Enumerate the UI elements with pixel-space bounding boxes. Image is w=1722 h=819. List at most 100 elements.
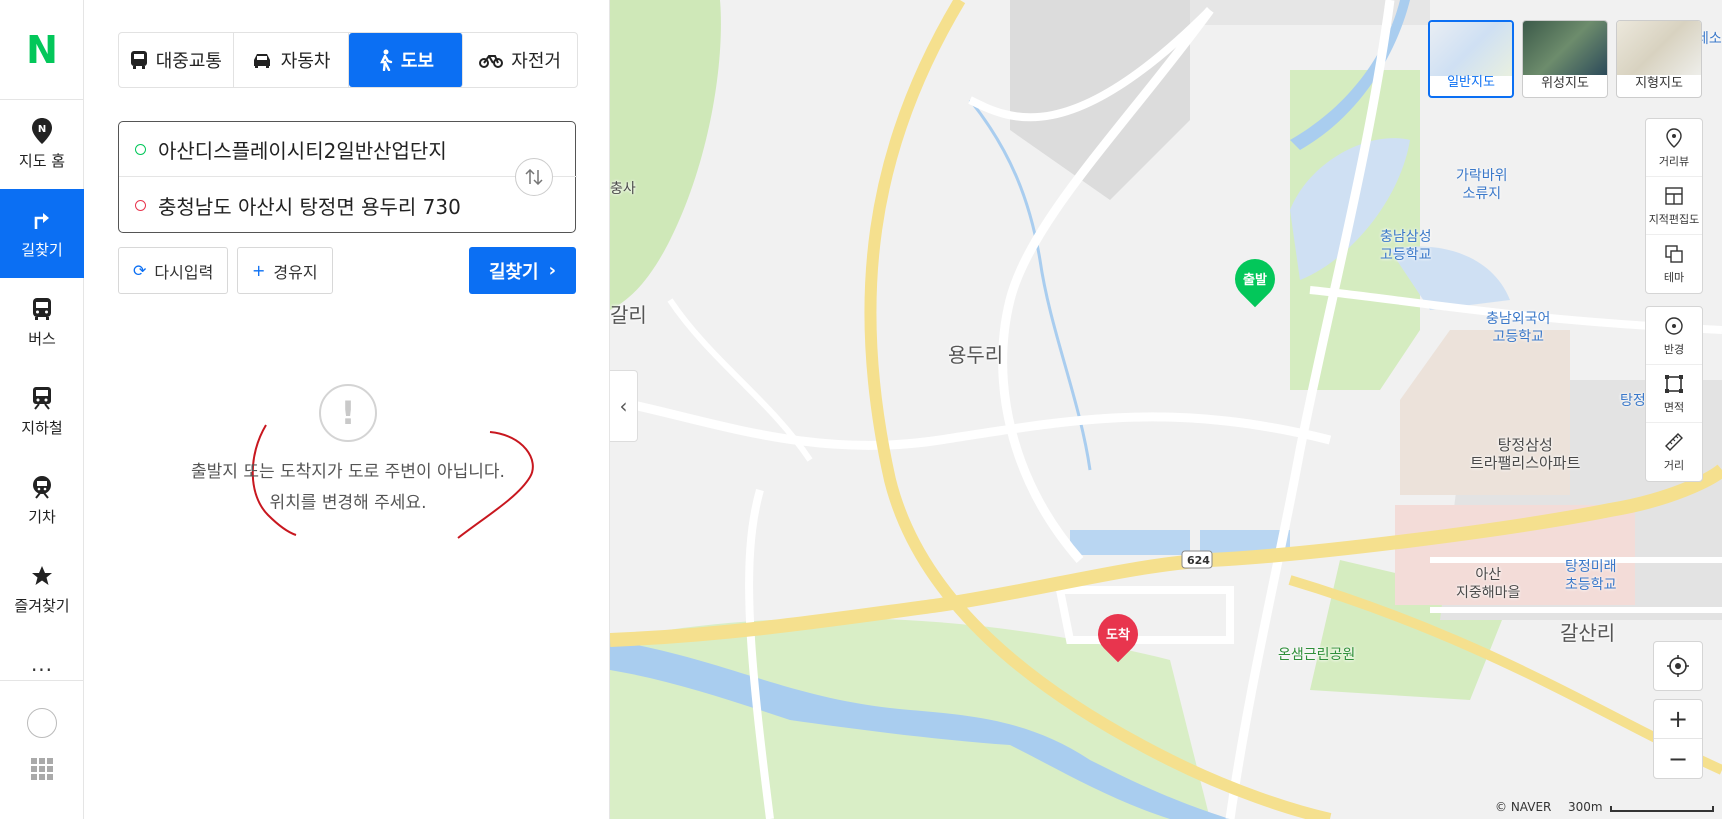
- star-icon: [29, 563, 55, 589]
- area-label: 갈리: [610, 303, 647, 327]
- rail-item-subway[interactable]: 지하철: [0, 367, 84, 456]
- my-location-icon: [1654, 642, 1702, 690]
- marker-label: 출발: [1243, 273, 1267, 288]
- notice-line: 출발지 또는 도착지가 도로 주변이 아닙니다.: [191, 462, 505, 482]
- tab-transit[interactable]: 대중교통: [119, 33, 234, 87]
- apps-grid-icon[interactable]: [31, 758, 53, 780]
- tool-label: 거리뷰: [1658, 154, 1690, 168]
- road-number-label: 624: [1187, 554, 1210, 567]
- divider: [0, 680, 84, 681]
- reset-button[interactable]: ⟳ 다시입력: [118, 247, 229, 294]
- rail-item-bus[interactable]: 버스: [0, 278, 84, 367]
- rail-label: 즐겨찾기: [14, 597, 70, 615]
- tab-label: 대중교통: [155, 51, 222, 72]
- poi-label: 충남삼성 고등학교: [1380, 229, 1432, 263]
- rail-label: 기차: [28, 508, 56, 526]
- measure-tools-group: 반경 면적 거리: [1645, 306, 1703, 482]
- nav-rail: N N 지도 홈 길찾기 버스 지하철 기차 즐겨찾기 ...: [0, 0, 84, 819]
- directions-icon: [29, 207, 55, 233]
- map-type-satellite[interactable]: 위성지도: [1522, 20, 1608, 98]
- refresh-icon: ⟳: [133, 261, 147, 280]
- naver-logo[interactable]: N: [0, 0, 84, 100]
- swap-button[interactable]: [515, 158, 553, 196]
- start-field[interactable]: 아산디스플레이시티2일반산업단지: [119, 122, 577, 177]
- map-type-switcher: 일반지도 위성지도 지형지도: [1428, 20, 1702, 98]
- bus-icon: [130, 51, 147, 69]
- zoom-control: + −: [1653, 699, 1703, 779]
- minus-icon: −: [1667, 744, 1689, 773]
- cadastral-button[interactable]: 지적편집도: [1646, 177, 1702, 235]
- theme-button[interactable]: 테마: [1646, 235, 1702, 293]
- goal-field[interactable]: 충청남도 아산시 탕정면 용두리 730: [119, 178, 577, 233]
- poi-label: 탕정삼성 트라팰리스아파트: [1470, 436, 1581, 472]
- goal-input[interactable]: 충청남도 아산시 탕정면 용두리 730: [158, 191, 461, 220]
- collapse-panel-button[interactable]: ‹: [610, 370, 638, 442]
- map-type-terrain[interactable]: 지형지도: [1616, 20, 1702, 98]
- start-input[interactable]: 아산디스플레이시티2일반산업단지: [158, 135, 447, 164]
- plus-icon: +: [252, 261, 266, 280]
- car-icon: [253, 54, 270, 68]
- subway-icon: [29, 385, 55, 411]
- start-marker[interactable]: 출발: [1226, 250, 1284, 313]
- map-canvas[interactable]: 624 용두리 갈산리 갈리 충사 탕정 레소 가락바위 소류지 충남삼성 고등…: [610, 0, 1722, 819]
- rail-label: 버스: [28, 330, 56, 348]
- waypoint-label: 경유지: [273, 262, 318, 282]
- zoom-in-button[interactable]: +: [1654, 700, 1702, 739]
- rail-item-favorites[interactable]: 즐겨찾기: [0, 545, 84, 634]
- theme-icon: [1663, 243, 1685, 265]
- directions-panel: 대중교통 자동차 도보 자전거 아산디스플레이시티2일반산업단지 충청남도 아산…: [84, 0, 610, 819]
- map-base-layer: [610, 0, 1722, 819]
- route-input-box: 아산디스플레이시티2일반산업단지 충청남도 아산시 탕정면 용두리 730: [118, 121, 577, 233]
- plus-icon: +: [1667, 705, 1689, 733]
- waypoint-button[interactable]: + 경유지: [237, 247, 333, 294]
- satellite-map-thumb-icon: [1523, 21, 1607, 75]
- bus-icon: [29, 296, 55, 322]
- scale-bar: [1610, 806, 1714, 812]
- area-icon: [1663, 373, 1685, 395]
- zoom-out-button[interactable]: −: [1654, 739, 1702, 778]
- more-menu-icon[interactable]: ...: [0, 652, 84, 676]
- ruler-icon: [1663, 431, 1685, 453]
- rail-item-map-home[interactable]: N 지도 홈: [0, 100, 84, 189]
- normal-map-thumb-icon: [1430, 22, 1512, 76]
- street-view-button[interactable]: 거리뷰: [1646, 119, 1702, 177]
- start-dot-icon: [135, 143, 146, 155]
- poi-label: 충남외국어 고등학교: [1486, 311, 1551, 345]
- goal-marker[interactable]: 도착: [1089, 605, 1147, 668]
- map-type-normal[interactable]: 일반지도: [1428, 20, 1514, 98]
- find-route-button[interactable]: 길찾기 ›: [469, 247, 576, 294]
- rail-label: 지도 홈: [18, 152, 66, 170]
- train-icon: [29, 474, 55, 500]
- bicycle-icon: [479, 55, 504, 68]
- distance-button[interactable]: 거리: [1646, 423, 1702, 481]
- rail-item-directions[interactable]: 길찾기: [0, 189, 84, 278]
- area-label: 용두리: [948, 343, 1004, 367]
- tab-car[interactable]: 자동차: [234, 33, 349, 87]
- tab-walk[interactable]: 도보: [348, 33, 464, 87]
- tab-bicycle[interactable]: 자전거: [463, 33, 577, 87]
- rail-label: 길찾기: [21, 241, 63, 259]
- swap-arrows-icon: [525, 169, 543, 185]
- radius-button[interactable]: 반경: [1646, 307, 1702, 365]
- rail-item-train[interactable]: 기차: [0, 456, 84, 545]
- map-type-label: 일반지도: [1447, 75, 1495, 90]
- poi-label: 온샘근린공원: [1278, 647, 1356, 663]
- area-button[interactable]: 면적: [1646, 365, 1702, 423]
- map-type-label: 지형지도: [1635, 76, 1683, 91]
- goal-dot-icon: [135, 200, 146, 211]
- scale-label: 300m: [1568, 800, 1603, 814]
- tool-label: 면적: [1663, 400, 1685, 414]
- map-home-icon: N: [29, 118, 55, 144]
- poi-label: 아산 지중해마을: [1456, 567, 1521, 601]
- find-route-label: 길찾기: [488, 261, 539, 283]
- travel-mode-tabs: 대중교통 자동차 도보 자전거: [118, 32, 578, 88]
- tool-label: 테마: [1663, 271, 1685, 284]
- area-label: 충사: [610, 181, 636, 197]
- tab-label: 자동차: [280, 51, 331, 72]
- tool-label: 반경: [1663, 342, 1685, 356]
- reset-label: 다시입력: [154, 262, 214, 282]
- alert-icon: !: [319, 384, 377, 442]
- profile-avatar[interactable]: [27, 708, 57, 738]
- map-copyright: © NAVER: [1495, 800, 1552, 814]
- my-location-button[interactable]: [1653, 641, 1703, 691]
